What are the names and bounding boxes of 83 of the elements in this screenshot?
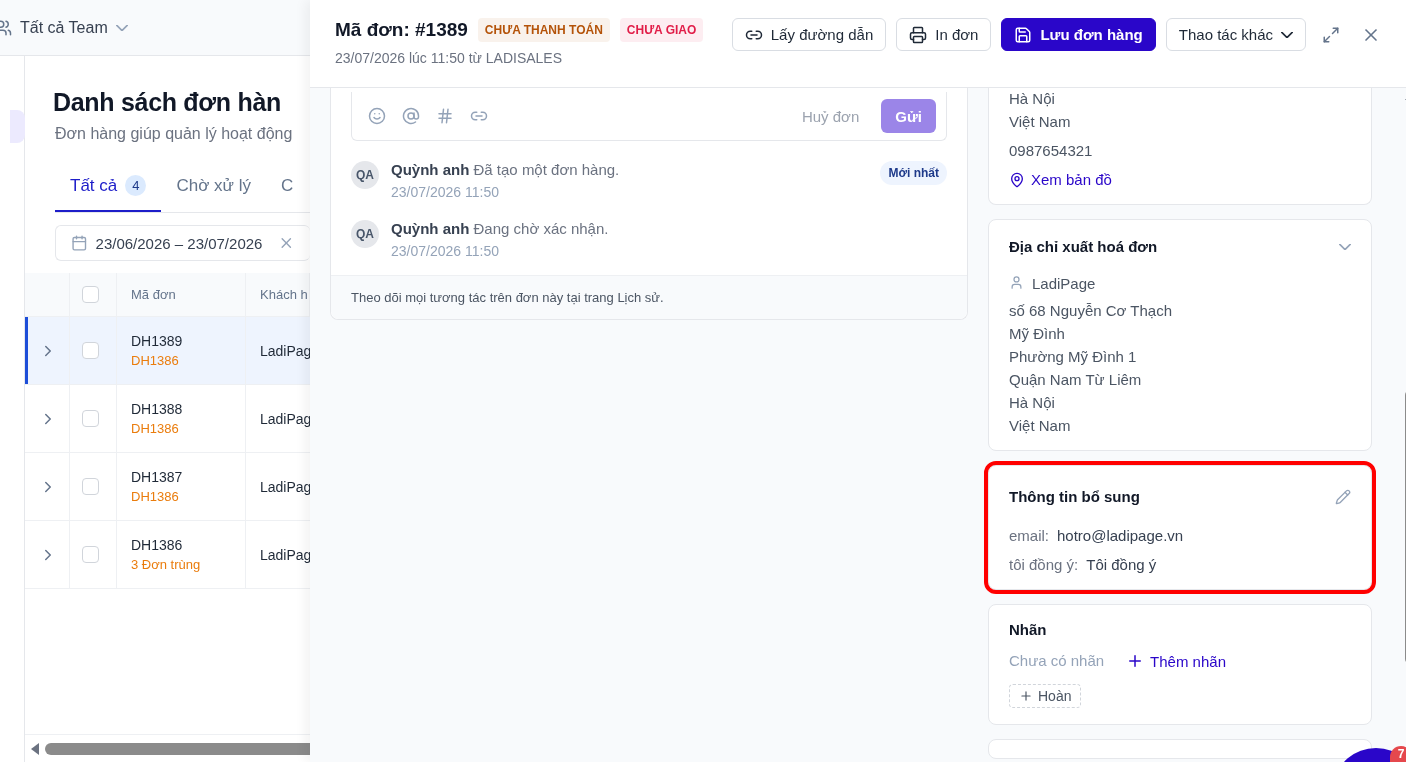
order-subtitle: 23/07/2026 lúc 11:50 từ LADISALES: [335, 50, 564, 66]
more-actions-button[interactable]: Thao tác khác: [1165, 18, 1306, 51]
order-code: DH1387: [131, 469, 184, 485]
order-title: Mã đơn: #1389: [335, 19, 468, 41]
order-note: DH1386: [131, 353, 180, 368]
card-title: Thông tin bổ sung: [1009, 488, 1140, 505]
pin-icon: [1009, 171, 1025, 188]
phone-number: 0987654321: [1009, 142, 1094, 159]
avatar: QA: [351, 161, 379, 189]
printer-icon: [909, 25, 928, 44]
address-line: Phường Mỹ Đình 1: [1009, 348, 1138, 365]
activity-text: Quỳnh anh Đã tạo một đơn hàng.: [391, 161, 621, 178]
table-cell: LadiPag: [260, 546, 310, 563]
caret-icon[interactable]: [115, 24, 128, 31]
calendar-icon: [71, 234, 88, 252]
count-badge: 4: [125, 175, 147, 196]
address-line: Việt Nam: [1009, 417, 1072, 434]
table-cell: LadiPag: [260, 478, 310, 495]
activity-footer: Theo dõi mọi tương tác trên đơn này tại trang Lịch sử.: [331, 275, 967, 319]
page-subtitle: Đơn hàng giúp quản lý hoạt động: [54, 124, 294, 143]
empty-tags-text: Chưa có nhãn: [1009, 652, 1105, 670]
activity-time: 23/07/2026 11:50: [391, 184, 500, 200]
card-title: Địa chỉ xuất hoá đơn: [1009, 238, 1158, 255]
checkbox[interactable]: [82, 286, 99, 303]
checkbox[interactable]: [82, 410, 99, 427]
status-badge: CHƯA THANH TOÁN: [477, 18, 610, 42]
save-button[interactable]: Lưu đơn hàng: [1001, 18, 1156, 51]
edit-icon[interactable]: [1335, 488, 1351, 505]
caret-icon[interactable]: [1339, 243, 1351, 250]
tab[interactable]: C: [265, 167, 309, 212]
map-link[interactable]: Xem bản đồ: [1009, 171, 1351, 188]
address-line: Mỹ Đình: [1009, 325, 1066, 342]
mention-icon[interactable]: [402, 107, 420, 125]
table-row[interactable]: DH1387 DH1386 LadiPag: [25, 453, 310, 521]
table-row[interactable]: DH1388 DH1386 LadiPag: [25, 385, 310, 453]
plus-icon: [1019, 689, 1033, 703]
hashtag-icon[interactable]: [436, 107, 454, 125]
scrollbar-thumb[interactable]: [45, 742, 310, 755]
address-line: Hà Nội: [1009, 394, 1056, 411]
print-button[interactable]: In đơn: [896, 18, 992, 51]
order-note: 3 Đơn trùng: [131, 557, 202, 572]
column-header: Khách h: [260, 287, 309, 302]
field-value: Tôi đồng ý: [1086, 556, 1157, 573]
address-line: Việt Nam: [1009, 113, 1072, 130]
field-value: hotro@ladipage.vn: [1057, 527, 1184, 544]
checkbox[interactable]: [82, 546, 99, 563]
column-header: Mã đơn: [131, 287, 177, 302]
card-title: Nhãn: [1009, 621, 1048, 638]
emoji-icon[interactable]: [368, 107, 386, 125]
table-row[interactable]: DH1386 3 Đơn trùng LadiPag: [25, 521, 310, 589]
table-cell: LadiPag: [260, 410, 310, 427]
order-code: DH1389: [131, 333, 184, 349]
table-cell: LadiPag: [260, 342, 310, 359]
tab[interactable]: Tất cả 4: [55, 167, 162, 212]
add-tag-link[interactable]: Thêm nhãn: [1126, 652, 1226, 670]
status-badge: CHƯA GIAO: [619, 18, 704, 42]
order-code: DH1388: [131, 401, 184, 417]
address-line: Quận Nam Từ Liêm: [1009, 371, 1143, 388]
activity-time: 23/07/2026 11:50: [391, 243, 500, 259]
field-label: tôi đồng ý:: [1009, 556, 1079, 573]
customer-name: LadiPage: [1032, 275, 1096, 292]
team-icon: [0, 18, 12, 37]
avatar: QA: [351, 220, 379, 248]
tag-suggestion[interactable]: Hoàn: [1009, 684, 1082, 708]
order-note: DH1386: [131, 489, 180, 504]
order-note: DH1386: [131, 421, 180, 436]
field-label: email:: [1009, 527, 1049, 544]
address-line: số 68 Nguyễn Cơ Thạch: [1009, 302, 1173, 319]
checkbox[interactable]: [82, 342, 99, 359]
caret-icon: [1281, 31, 1293, 38]
page-title: Danh sách đơn hàn: [52, 87, 282, 117]
activity-text: Quỳnh anh Đang chờ xác nhận.: [391, 220, 610, 237]
table-row[interactable]: DH1389 DH1386 LadiPag: [25, 317, 310, 385]
person-icon: [1009, 275, 1024, 290]
latest-badge: Mới nhất: [880, 161, 947, 185]
order-code: DH1386: [131, 537, 184, 553]
tab[interactable]: Chờ xử lý: [161, 167, 266, 212]
link-button[interactable]: Lấy đường dẫn: [731, 18, 887, 51]
save-icon: [1014, 25, 1033, 44]
team-selector[interactable]: Tất cả Team: [20, 18, 108, 37]
notification-badge: 7: [1390, 746, 1406, 762]
checkbox[interactable]: [82, 478, 99, 495]
address-line: Hà Nội: [1009, 90, 1056, 107]
